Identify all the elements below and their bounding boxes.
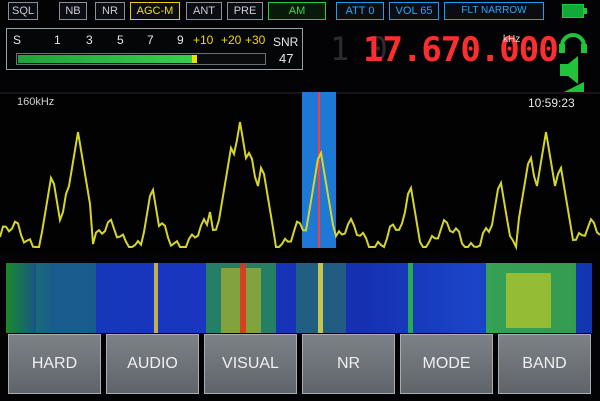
filter-button[interactable]: FLT NARROW bbox=[444, 2, 544, 20]
waterfall-display[interactable] bbox=[6, 263, 592, 333]
snr-label: SNR bbox=[273, 35, 299, 49]
signal-peak-marker bbox=[192, 55, 197, 63]
mode-button[interactable]: MODE bbox=[400, 334, 493, 394]
nr-button[interactable]: NR bbox=[302, 334, 395, 394]
audio-button[interactable]: AUDIO bbox=[106, 334, 199, 394]
top-toolbar: SQL NB NR AGC-M ANT PRE AM ATT 0 VOL 65 … bbox=[8, 2, 553, 22]
spectrum-display[interactable] bbox=[0, 92, 600, 252]
headphones-icon bbox=[559, 33, 587, 53]
battery-icon bbox=[562, 4, 587, 18]
radio-display: SQL NB NR AGC-M ANT PRE AM ATT 0 VOL 65 … bbox=[0, 0, 600, 401]
s-meter-scale-label: +30 bbox=[245, 33, 266, 47]
frequency-display[interactable]: 17.670.000 bbox=[363, 30, 559, 70]
band-button[interactable]: BAND bbox=[498, 334, 591, 394]
att-button[interactable]: ATT 0 bbox=[336, 2, 384, 20]
s-meter-scale-label: 9 bbox=[177, 33, 184, 47]
snr-value: 47 bbox=[279, 51, 294, 66]
frequency-unit: kHz bbox=[503, 34, 521, 45]
signal-level-fill bbox=[18, 55, 193, 63]
s-meter-scale-label: 7 bbox=[147, 33, 154, 47]
hard-button[interactable]: HARD bbox=[8, 334, 101, 394]
clock: 10:59:23 bbox=[528, 96, 575, 110]
nb-button[interactable]: NB bbox=[59, 2, 87, 20]
s-meter: S 1 3 5 7 9 +10 +20 +30 SNR 47 bbox=[6, 28, 303, 70]
s-meter-scale-label: +20 bbox=[221, 33, 242, 47]
visual-button[interactable]: VISUAL bbox=[204, 334, 297, 394]
bottom-button-bar: HARD AUDIO VISUAL NR MODE BAND bbox=[8, 334, 594, 396]
s-meter-scale-label: +10 bbox=[193, 33, 214, 47]
nr-toggle-button[interactable]: NR bbox=[95, 2, 125, 20]
side-status-icons bbox=[559, 33, 587, 94]
sql-button[interactable]: SQL bbox=[8, 2, 38, 20]
agc-button[interactable]: AGC-M bbox=[130, 2, 180, 20]
speaker-icon bbox=[560, 56, 578, 84]
s-meter-scale-label: 3 bbox=[86, 33, 93, 47]
signal-level-bar bbox=[16, 53, 266, 65]
mode-am-button[interactable]: AM bbox=[268, 2, 326, 20]
s-meter-scale-label: 1 bbox=[54, 33, 61, 47]
s-meter-scale-label: S bbox=[13, 33, 22, 47]
vol-button[interactable]: VOL 65 bbox=[389, 2, 439, 20]
s-meter-scale-label: 5 bbox=[117, 33, 124, 47]
ant-button[interactable]: ANT bbox=[186, 2, 222, 20]
pre-button[interactable]: PRE bbox=[227, 2, 263, 20]
span-label: 160kHz bbox=[17, 96, 55, 108]
